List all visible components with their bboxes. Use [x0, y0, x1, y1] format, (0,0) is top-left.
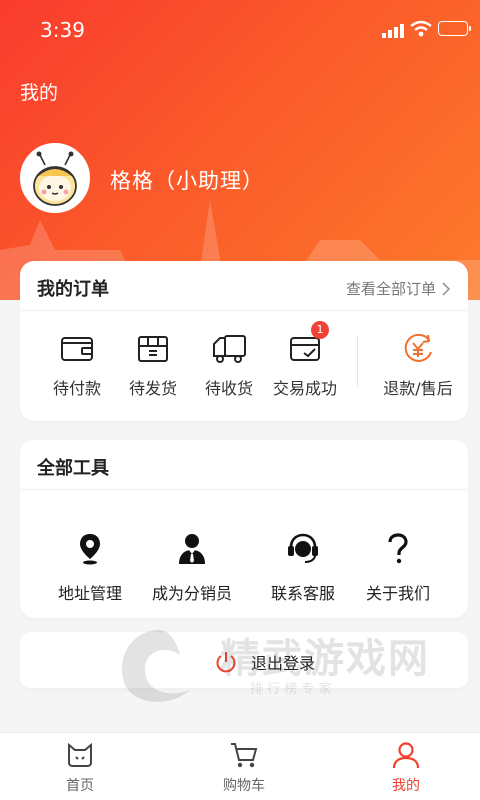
bee-avatar-icon — [23, 146, 87, 210]
tool-address-management[interactable]: 地址管理 — [34, 530, 146, 604]
order-refund-aftersale[interactable]: 退款/售后 — [370, 331, 466, 399]
tab-cart[interactable]: 购物车 — [184, 741, 304, 795]
tab-label: 我的 — [392, 778, 420, 794]
screen: 3:39 我的 格格（小助理） 我的订单 查看全部订单 待付款 待发货 待收货 … — [0, 0, 480, 800]
tab-label: 购物车 — [223, 778, 265, 794]
orders-card: 我的订单 查看全部订单 待付款 待发货 待收货 1 交易成功 退款/售后 — [20, 261, 468, 421]
wallet-icon — [61, 337, 93, 361]
battery-icon — [438, 21, 471, 36]
order-item-label: 交易成功 — [272, 379, 337, 398]
status-time: 3:39 — [40, 18, 85, 42]
tools-card: 全部工具 地址管理 成为分销员 联系客服 关于我们 — [20, 440, 468, 618]
package-icon — [138, 336, 168, 362]
profile-name[interactable]: 格格（小助理） — [110, 165, 264, 195]
order-status-row: 待付款 待发货 待收货 1 交易成功 退款/售后 — [20, 321, 468, 406]
tab-mine[interactable]: 我的 — [346, 741, 466, 795]
tool-item-label: 地址管理 — [57, 584, 122, 603]
logout-button[interactable]: 退出登录 — [20, 632, 468, 688]
location-pin-icon — [80, 534, 100, 565]
headset-icon — [288, 533, 318, 563]
tool-about-us[interactable]: 关于我们 — [342, 530, 454, 604]
wifi-icon — [410, 20, 432, 37]
cart-icon — [231, 743, 258, 768]
divider — [357, 336, 358, 386]
avatar[interactable] — [20, 143, 90, 213]
truck-icon — [213, 335, 246, 363]
order-completed[interactable]: 1 交易成功 — [257, 321, 353, 399]
tools-title: 全部工具 — [37, 458, 109, 479]
status-bar: 3:39 — [0, 0, 480, 60]
logout-label: 退出登录 — [251, 654, 316, 673]
tool-become-distributor[interactable]: 成为分销员 — [136, 530, 248, 604]
orders-title: 我的订单 — [37, 279, 109, 300]
tool-item-label: 成为分销员 — [151, 584, 232, 603]
user-suit-icon — [179, 534, 205, 564]
person-icon — [392, 742, 420, 769]
view-all-orders-label: 查看全部订单 — [345, 280, 436, 298]
question-icon — [388, 533, 408, 564]
order-item-label: 退款/售后 — [383, 379, 453, 398]
orders-header: 我的订单 查看全部订单 — [20, 261, 468, 311]
tool-item-label: 关于我们 — [365, 584, 430, 603]
home-cat-icon — [68, 742, 92, 767]
order-completed-badge: 1 — [311, 321, 329, 339]
tab-home[interactable]: 首页 — [20, 741, 140, 795]
view-all-orders-link[interactable]: 查看全部订单 — [346, 278, 450, 299]
tools-header: 全部工具 — [20, 440, 468, 490]
page-title: 我的 — [20, 82, 59, 104]
refund-yen-icon — [404, 333, 432, 362]
chevron-right-icon — [442, 281, 450, 296]
tab-label: 首页 — [66, 778, 94, 794]
power-icon — [216, 652, 236, 673]
signal-icon — [382, 24, 404, 38]
tab-bar: 首页 购物车 我的 — [0, 732, 480, 800]
